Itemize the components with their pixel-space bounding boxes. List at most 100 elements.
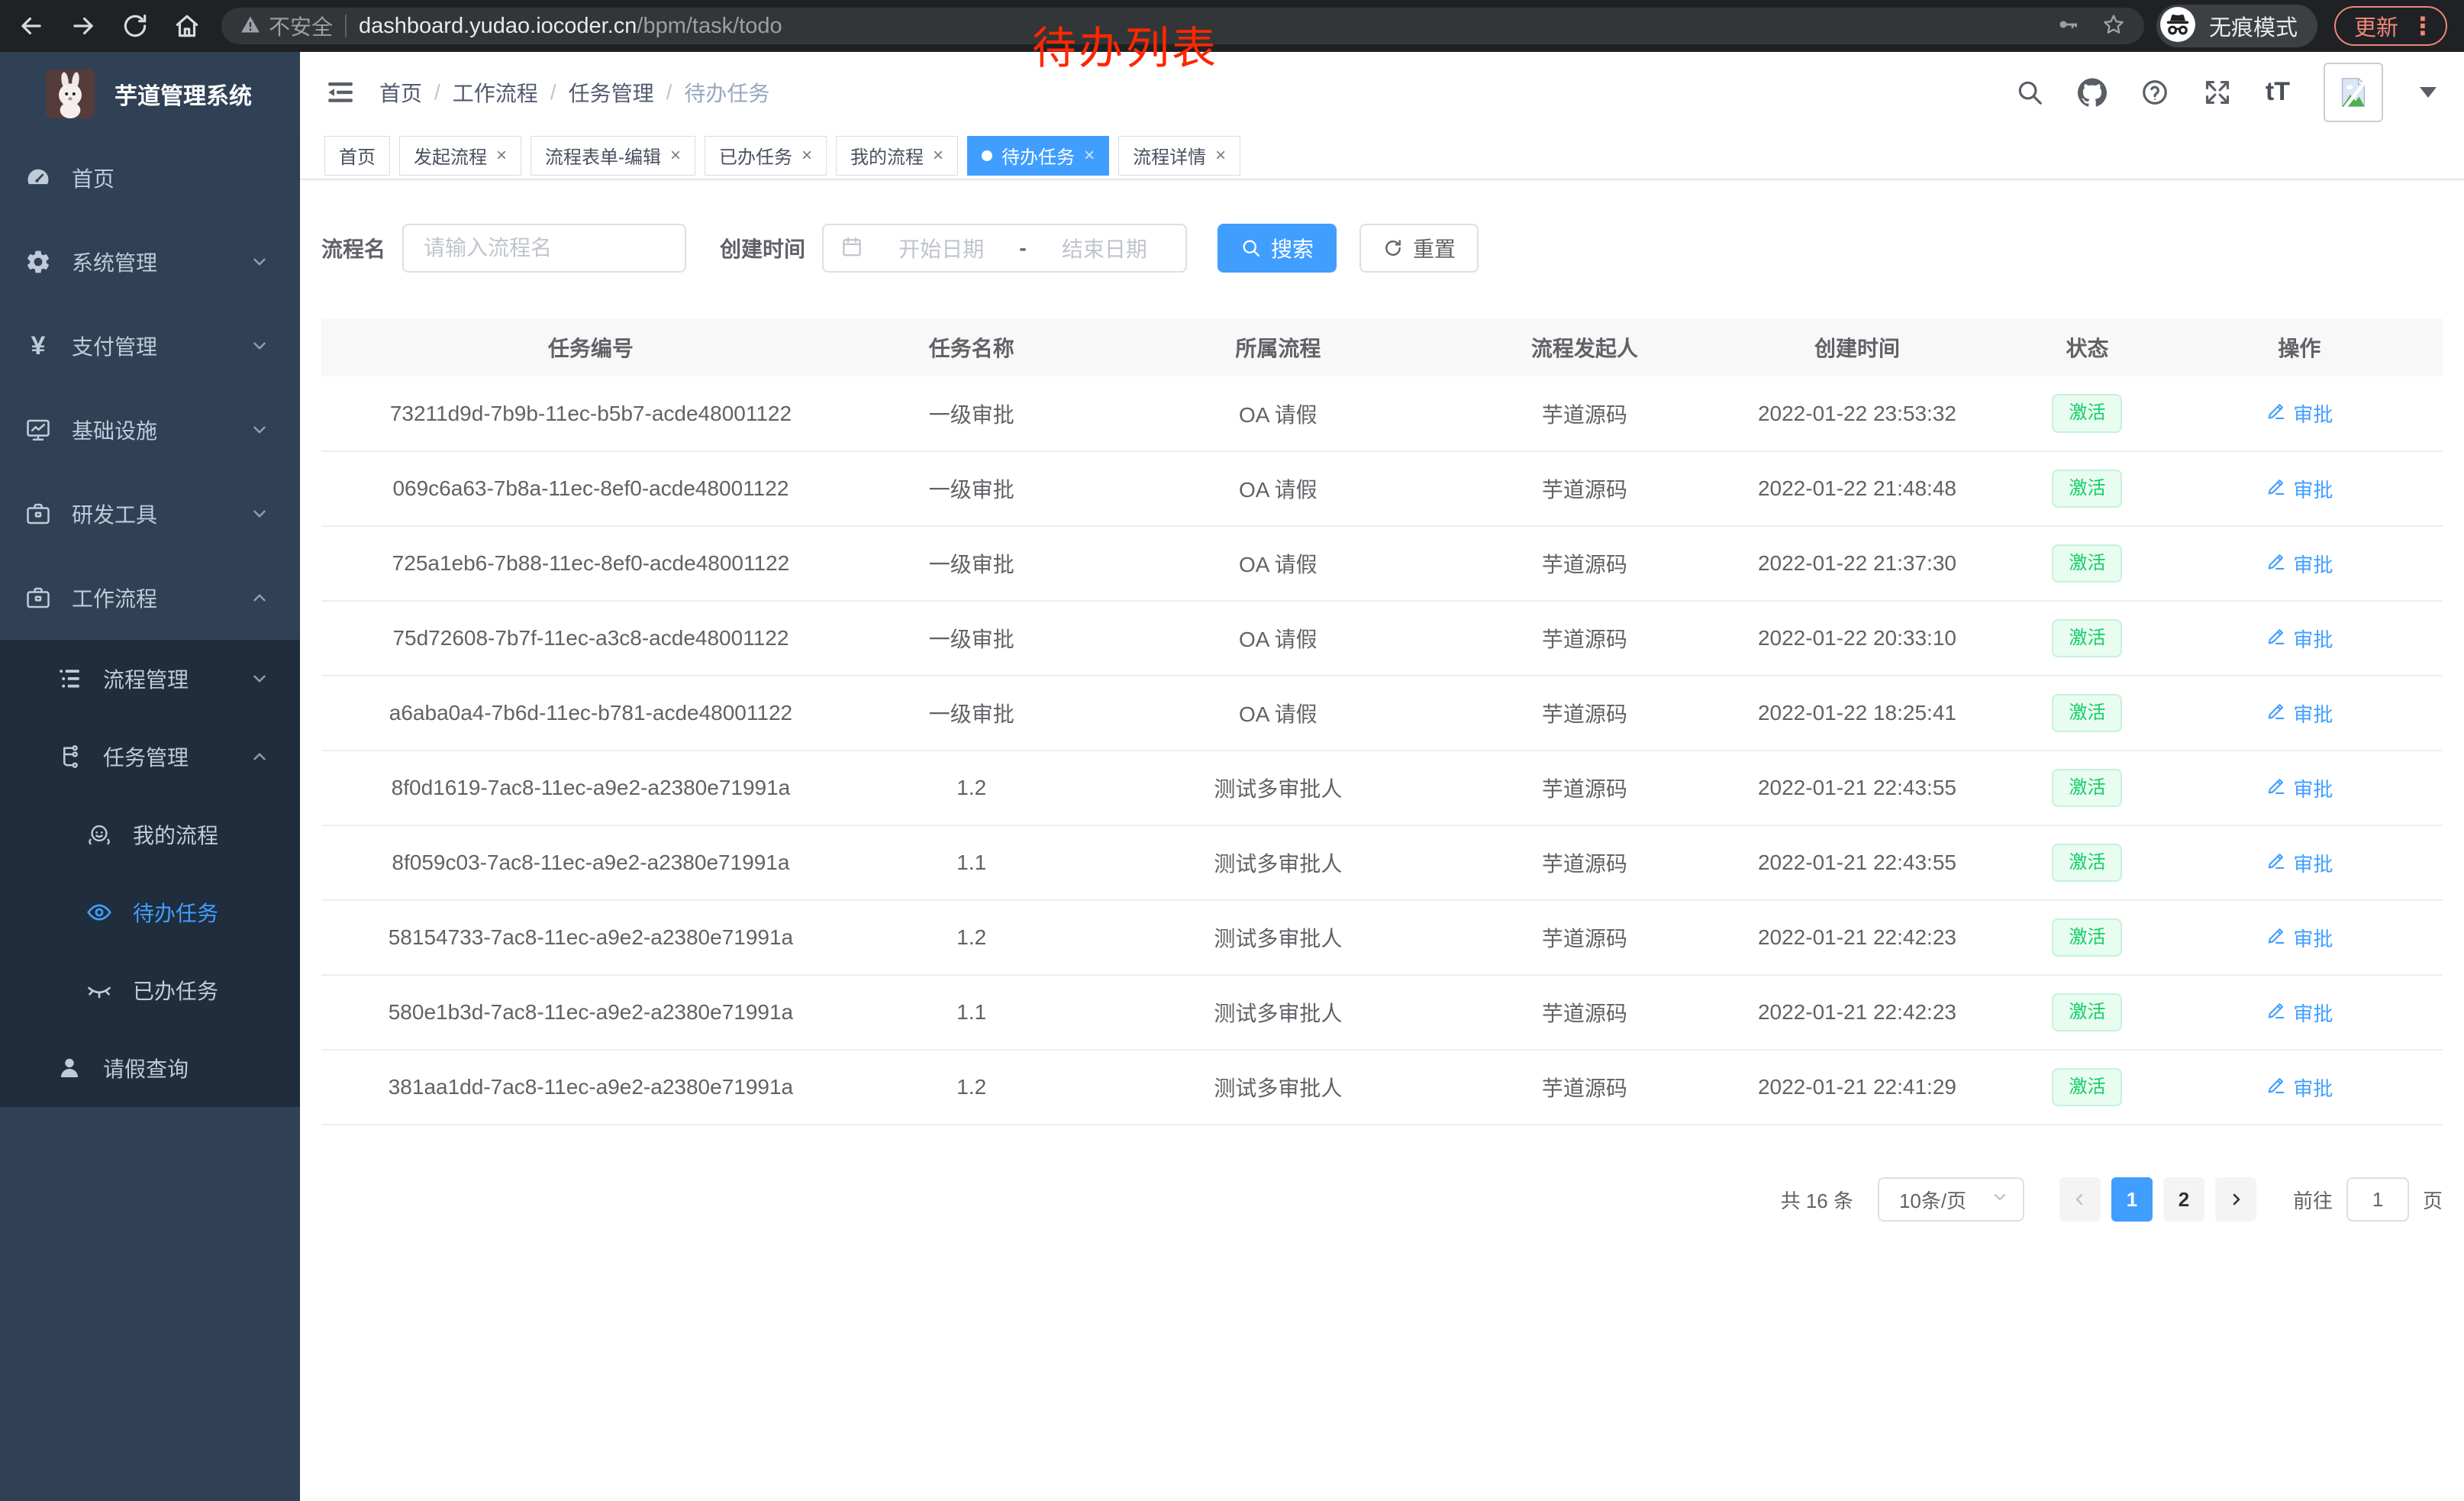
fullscreen-icon[interactable] xyxy=(2203,78,2232,107)
sidebar-item-我的流程[interactable]: 我的流程 xyxy=(0,796,300,873)
tab-发起流程[interactable]: 发起流程× xyxy=(399,136,521,176)
sidebar-item-研发工具[interactable]: 研发工具 xyxy=(0,472,300,556)
prev-page-button[interactable] xyxy=(2059,1177,2101,1222)
date-range-picker[interactable]: 开始日期 - 结束日期 xyxy=(822,224,1187,273)
font-size-icon[interactable]: tT xyxy=(2266,77,2290,107)
sidebar-item-流程管理[interactable]: 流程管理 xyxy=(0,640,300,718)
approve-button[interactable]: 审批 xyxy=(2266,625,2333,653)
forward-icon[interactable] xyxy=(69,11,98,40)
goto-page-input[interactable] xyxy=(2346,1177,2409,1222)
close-icon[interactable]: × xyxy=(496,145,507,166)
sidebar-logo[interactable]: 芋道管理系统 xyxy=(0,52,300,136)
back-icon[interactable] xyxy=(17,11,46,40)
goto-label: 前往 xyxy=(2293,1186,2333,1214)
search-button[interactable]: 搜索 xyxy=(1217,224,1337,273)
sidebar-item-请假查询[interactable]: 请假查询 xyxy=(0,1029,300,1107)
chevron-down-icon xyxy=(250,669,269,689)
sidebar-item-支付管理[interactable]: ¥支付管理 xyxy=(0,304,300,388)
pen-icon xyxy=(2266,850,2287,876)
breadcrumb-item-任务管理[interactable]: 任务管理 xyxy=(569,77,654,108)
tab-已办任务[interactable]: 已办任务× xyxy=(705,136,827,176)
approve-button[interactable]: 审批 xyxy=(2266,699,2333,728)
url-text[interactable]: dashboard.yudao.iocoder.cn/bpm/task/todo xyxy=(359,14,782,39)
status-cell: 激活 xyxy=(2018,900,2156,975)
robot-icon xyxy=(85,821,113,848)
sidebar-item-已办任务[interactable]: 已办任务 xyxy=(0,951,300,1029)
sidebar-item-首页[interactable]: 首页 xyxy=(0,136,300,220)
created-cell: 2022-01-21 22:41:29 xyxy=(1696,1050,2018,1125)
tab-流程详情[interactable]: 流程详情× xyxy=(1118,136,1240,176)
avatar[interactable] xyxy=(2324,63,2383,122)
process-name-label: 流程名 xyxy=(321,233,385,263)
status-badge: 激活 xyxy=(2052,993,2122,1032)
dashboard-icon xyxy=(24,164,52,192)
task-name-cell: 一级审批 xyxy=(860,676,1083,750)
close-icon[interactable]: × xyxy=(933,145,943,166)
page-button-2[interactable]: 2 xyxy=(2163,1177,2204,1222)
close-icon[interactable]: × xyxy=(801,145,812,166)
approve-button[interactable]: 审批 xyxy=(2266,550,2333,578)
approve-button[interactable]: 审批 xyxy=(2266,475,2333,503)
sidebar-item-待办任务[interactable]: 待办任务 xyxy=(0,873,300,951)
page-size-select[interactable]: 10条/页 xyxy=(1878,1177,2024,1222)
tab-流程表单-编辑[interactable]: 流程表单-编辑× xyxy=(531,136,695,176)
screen: 不安全 dashboard.yudao.iocoder.cn/bpm/task/… xyxy=(0,0,2464,1501)
broken-image-icon xyxy=(2336,75,2371,110)
approve-button[interactable]: 审批 xyxy=(2266,849,2333,877)
process-name-input[interactable] xyxy=(402,224,686,273)
approve-button[interactable]: 审批 xyxy=(2266,399,2333,428)
reload-icon[interactable] xyxy=(121,11,150,40)
hamburger-icon[interactable] xyxy=(324,76,356,108)
sidebar-item-系统管理[interactable]: 系统管理 xyxy=(0,220,300,304)
tab-我的流程[interactable]: 我的流程× xyxy=(836,136,958,176)
tab-首页[interactable]: 首页 xyxy=(324,136,390,176)
home-icon[interactable] xyxy=(173,11,202,40)
initiator-cell: 芋道源码 xyxy=(1473,451,1696,526)
page-button-1[interactable]: 1 xyxy=(2111,1177,2153,1222)
task-name-cell: 一级审批 xyxy=(860,601,1083,676)
created-cell: 2022-01-21 22:43:55 xyxy=(1696,750,2018,825)
process-cell: OA 请假 xyxy=(1083,601,1473,676)
status-cell: 激活 xyxy=(2018,750,2156,825)
next-page-button[interactable] xyxy=(2215,1177,2256,1222)
bookmark-star-icon[interactable] xyxy=(2101,12,2126,40)
approve-button[interactable]: 审批 xyxy=(2266,999,2333,1027)
process-cell: OA 请假 xyxy=(1083,376,1473,451)
close-icon[interactable]: × xyxy=(1215,145,1226,166)
close-icon[interactable]: × xyxy=(670,145,681,166)
sidebar-item-基础设施[interactable]: 基础设施 xyxy=(0,388,300,472)
table-row: 8f0d1619-7ac8-11ec-a9e2-a2380e71991a1.2测… xyxy=(321,750,2443,825)
help-icon[interactable] xyxy=(2140,78,2169,107)
approve-button[interactable]: 审批 xyxy=(2266,924,2333,952)
sidebar-menu: 首页系统管理¥支付管理基础设施研发工具工作流程流程管理任务管理我的流程待办任务已… xyxy=(0,136,300,1107)
close-icon[interactable]: × xyxy=(1084,145,1095,166)
search-icon[interactable] xyxy=(2015,78,2044,107)
table-row: 8f059c03-7ac8-11ec-a9e2-a2380e71991a1.1测… xyxy=(321,825,2443,900)
tree-list-icon xyxy=(56,665,83,692)
sidebar-item-任务管理[interactable]: 任务管理 xyxy=(0,718,300,796)
task-id-cell: 069c6a63-7b8a-11ec-8ef0-acde48001122 xyxy=(321,451,860,526)
reset-button[interactable]: 重置 xyxy=(1359,224,1479,273)
tab-待办任务[interactable]: 待办任务× xyxy=(967,136,1109,176)
sidebar-item-工作流程[interactable]: 工作流程 xyxy=(0,556,300,640)
update-button[interactable]: 更新 ⋮ xyxy=(2334,6,2447,46)
initiator-cell: 芋道源码 xyxy=(1473,1050,1696,1125)
breadcrumb-separator: / xyxy=(666,80,672,105)
password-key-icon[interactable] xyxy=(2056,12,2080,40)
github-icon[interactable] xyxy=(2078,78,2107,107)
warning-triangle-icon xyxy=(240,14,261,39)
task-name-cell: 1.2 xyxy=(860,900,1083,975)
avatar-caret-icon[interactable] xyxy=(2420,87,2437,98)
status-badge: 激活 xyxy=(2052,918,2122,957)
process-cell: OA 请假 xyxy=(1083,526,1473,601)
browser-menu-icon[interactable]: ⋮ xyxy=(2411,14,2435,38)
breadcrumb-item-工作流程[interactable]: 工作流程 xyxy=(453,77,538,108)
breadcrumb-item-首页[interactable]: 首页 xyxy=(379,77,422,108)
date-separator: - xyxy=(1019,236,1026,260)
approve-button[interactable]: 审批 xyxy=(2266,774,2333,802)
process-cell: 测试多审批人 xyxy=(1083,750,1473,825)
security-warning[interactable]: 不安全 xyxy=(240,11,333,41)
task-id-cell: 58154733-7ac8-11ec-a9e2-a2380e71991a xyxy=(321,900,860,975)
approve-button[interactable]: 审批 xyxy=(2266,1073,2333,1102)
breadcrumb: 首页/工作流程/任务管理/待办任务 xyxy=(379,77,769,108)
